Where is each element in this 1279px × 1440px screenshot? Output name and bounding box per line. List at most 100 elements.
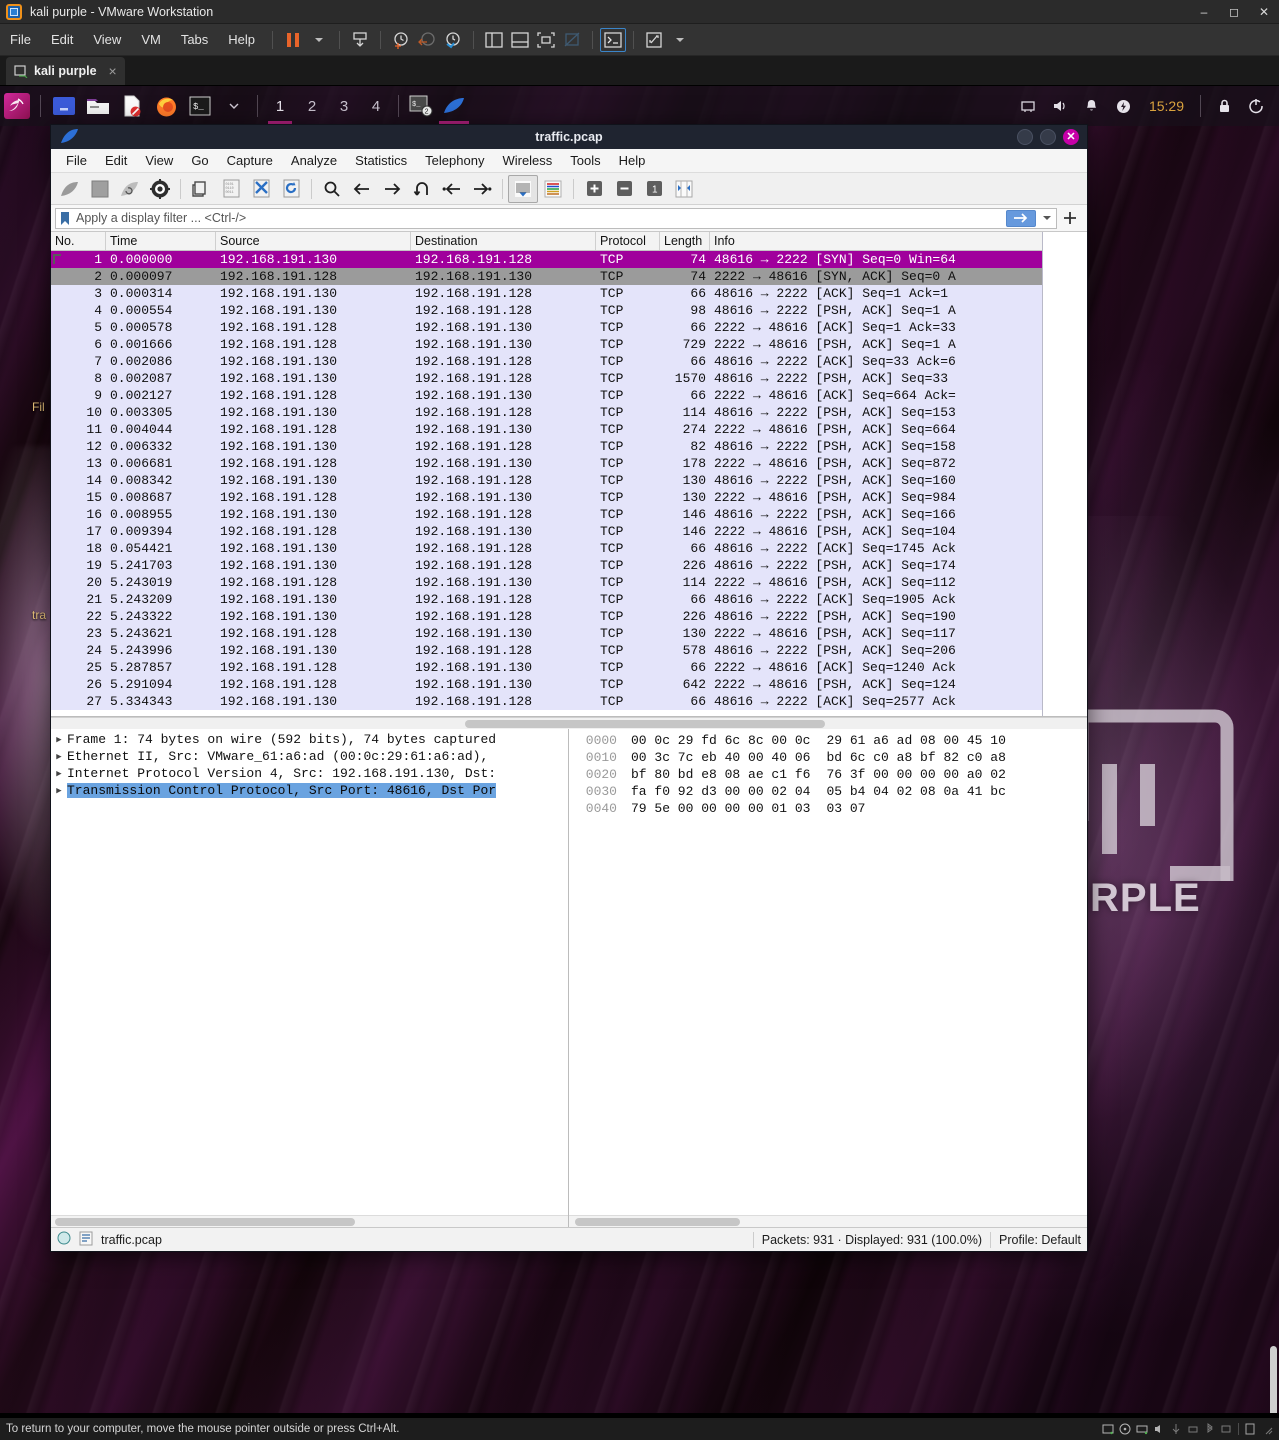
menu-tools[interactable]: Tools (561, 151, 609, 170)
files-blue-icon[interactable] (47, 91, 81, 121)
packet-row[interactable]: 4 0.000554 192.168.191.130 192.168.191.128 T… (51, 302, 1087, 319)
packet-row[interactable]: 17 0.009394 192.168.191.128 192.168.191.130… (51, 523, 1087, 540)
column-header-info[interactable]: Info (710, 232, 1087, 250)
vmware-menu-tabs[interactable]: Tabs (171, 28, 218, 51)
packet-row[interactable]: 23 5.243621 192.168.191.128 192.168.191.130… (51, 625, 1087, 642)
wireshark-close-button[interactable]: ✕ (1063, 129, 1079, 145)
workspace-button-3[interactable]: 3 (328, 88, 360, 124)
column-header-time[interactable]: Time (106, 232, 216, 250)
packet-list-pane[interactable]: No. Time Source Destination Protocol Len… (51, 232, 1087, 717)
packet-row[interactable]: 27 5.334343 192.168.191.130 192.168.191.128… (51, 693, 1087, 710)
detail-row[interactable]: ▶ Frame 1: 74 bytes on wire (592 bits), 7… (51, 731, 568, 748)
detail-row[interactable]: ▶ Ethernet II, Src: VMware_61:a6:ad (00:0… (51, 748, 568, 765)
packet-row[interactable]: 2 0.000097 192.168.191.128 192.168.191.130 T… (51, 268, 1087, 285)
expert-info-icon[interactable] (57, 1231, 71, 1248)
menu-statistics[interactable]: Statistics (346, 151, 416, 170)
network-icon[interactable] (1013, 91, 1043, 121)
volume-icon[interactable] (1045, 91, 1075, 121)
kali-dragon-icon[interactable] (0, 91, 34, 121)
packet-row[interactable]: 1 0.000000 192.168.191.130 192.168.191.128 T… (51, 251, 1087, 268)
menu-view[interactable]: View (136, 151, 182, 170)
packet-row[interactable]: 12 0.006332 192.168.191.130 192.168.191.128… (51, 438, 1087, 455)
packet-row[interactable]: 22 5.243322 192.168.191.130 192.168.191.128… (51, 608, 1087, 625)
packet-row[interactable]: 26 5.291094 192.168.191.128 192.168.191.130… (51, 676, 1087, 693)
text-editor-icon[interactable] (115, 91, 149, 121)
vmware-menu-edit[interactable]: Edit (41, 28, 83, 51)
vmware-minimize-button[interactable]: – (1189, 0, 1219, 24)
vm-tab-close-icon[interactable]: × (109, 63, 117, 79)
packet-list-rows[interactable]: 1 0.000000 192.168.191.130 192.168.191.128 T… (51, 251, 1087, 716)
column-header-protocol[interactable]: Protocol (596, 232, 660, 250)
vmware-menu-vm[interactable]: VM (131, 28, 171, 51)
restart-capture-icon[interactable] (115, 175, 145, 203)
close-file-icon[interactable] (246, 175, 276, 203)
menu-capture[interactable]: Capture (218, 151, 282, 170)
packet-bytes-pane[interactable]: 0000 00 0c 29 fd 6c 8c 00 0c 29 61 a6 ad 0… (569, 729, 1087, 1227)
workspace-button-2[interactable]: 2 (296, 88, 328, 124)
menu-help[interactable]: Help (610, 151, 655, 170)
packet-row[interactable]: 25 5.287857 192.168.191.128 192.168.191.130… (51, 659, 1087, 676)
console-icon[interactable] (600, 27, 627, 52)
view-side-by-side-icon[interactable] (481, 28, 507, 52)
zoom-reset-icon[interactable]: 1 (639, 175, 669, 203)
expand-triangle-icon[interactable]: ▶ (51, 752, 67, 762)
capture-options-icon[interactable] (145, 175, 175, 203)
display-filter-bar[interactable]: Apply a display filter ... <Ctrl-/> (51, 205, 1087, 232)
workspace-button-1[interactable]: 1 (264, 88, 296, 124)
add-filter-button[interactable] (1057, 210, 1083, 226)
column-header-source[interactable]: Source (216, 232, 411, 250)
colorize-icon[interactable] (538, 175, 568, 203)
packet-row[interactable]: 11 0.004044 192.168.191.128 192.168.191.130… (51, 421, 1087, 438)
workspace-button-4[interactable]: 4 (360, 88, 392, 124)
vm-tab-kali-purple[interactable]: kali purple × (6, 57, 125, 85)
lock-icon[interactable] (1209, 91, 1239, 121)
detail-hscrollbar[interactable] (51, 1215, 568, 1227)
wireshark-minimize-button[interactable] (1017, 129, 1033, 145)
packet-row[interactable]: 10 0.003305 192.168.191.130 192.168.191.128… (51, 404, 1087, 421)
wireshark-toolbar[interactable]: 0101 0110 0011 1 (51, 173, 1087, 205)
packet-row[interactable]: 19 5.241703 192.168.191.130 192.168.191.128… (51, 557, 1087, 574)
bytes-row[interactable]: 0010 00 3c 7c eb 40 00 40 06 bd 6c c0 a8 b… (569, 749, 1087, 766)
scrollbar-thumb[interactable] (55, 1218, 355, 1226)
vmware-menubar[interactable]: File Edit View VM Tabs Help (0, 24, 1279, 56)
expand-icon[interactable] (641, 28, 667, 52)
packet-row[interactable]: 15 0.008687 192.168.191.128 192.168.191.130… (51, 489, 1087, 506)
vmware-menu-view[interactable]: View (83, 28, 131, 51)
menu-go[interactable]: Go (182, 151, 217, 170)
vmware-menu-help[interactable]: Help (218, 28, 265, 51)
detail-row[interactable]: ▶ Internet Protocol Version 4, Src: 192.1… (51, 765, 568, 782)
stop-capture-icon[interactable] (85, 175, 115, 203)
reload-file-icon[interactable] (276, 175, 306, 203)
packet-row[interactable]: 8 0.002087 192.168.191.130 192.168.191.128 T… (51, 370, 1087, 387)
packet-row[interactable]: 9 0.002127 192.168.191.128 192.168.191.130 T… (51, 387, 1087, 404)
menu-analyze[interactable]: Analyze (282, 151, 346, 170)
snapshot-take-icon[interactable] (347, 28, 373, 52)
bytes-hscrollbar[interactable] (569, 1215, 1087, 1227)
column-header-length[interactable]: Length (660, 232, 710, 250)
taskbar-item-terminal[interactable]: $_ 2 (405, 88, 437, 124)
go-to-packet-icon[interactable] (407, 175, 437, 203)
expand-triangle-icon[interactable]: ▶ (51, 735, 67, 745)
packet-row[interactable]: 24 5.243996 192.168.191.130 192.168.191.128… (51, 642, 1087, 659)
menu-edit[interactable]: Edit (96, 151, 136, 170)
packet-row[interactable]: 21 5.243209 192.168.191.130 192.168.191.128… (51, 591, 1087, 608)
bytes-row[interactable]: 0040 79 5e 00 00 00 00 01 03 03 07 (569, 800, 1087, 817)
statusbar-profile[interactable]: Profile: Default (999, 1233, 1081, 1247)
view-stacked-icon[interactable] (507, 28, 533, 52)
menu-file[interactable]: File (57, 151, 96, 170)
desktop-scrollbar[interactable] (1270, 1346, 1277, 1413)
bytes-row[interactable]: 0000 00 0c 29 fd 6c 8c 00 0c 29 61 a6 ad 0… (569, 732, 1087, 749)
packet-row[interactable]: 18 0.054421 192.168.191.130 192.168.191.128… (51, 540, 1087, 557)
go-forward-icon[interactable] (377, 175, 407, 203)
expand-dropdown-icon[interactable] (667, 28, 693, 52)
firefox-icon[interactable] (149, 91, 183, 121)
vmware-close-button[interactable]: ✕ (1249, 0, 1279, 24)
zoom-out-icon[interactable] (609, 175, 639, 203)
detail-row[interactable]: ▶ Transmission Control Protocol, Src Port… (51, 782, 568, 799)
filter-history-dropdown-icon[interactable] (1038, 211, 1056, 225)
column-header-destination[interactable]: Destination (411, 232, 596, 250)
display-filter-input[interactable]: Apply a display filter ... <Ctrl-/> (55, 207, 1057, 229)
pause-icon[interactable] (280, 28, 306, 52)
auto-scroll-icon[interactable] (508, 174, 538, 203)
packet-bytes-rows[interactable]: 0000 00 0c 29 fd 6c 8c 00 0c 29 61 a6 ad 0… (569, 729, 1087, 1215)
